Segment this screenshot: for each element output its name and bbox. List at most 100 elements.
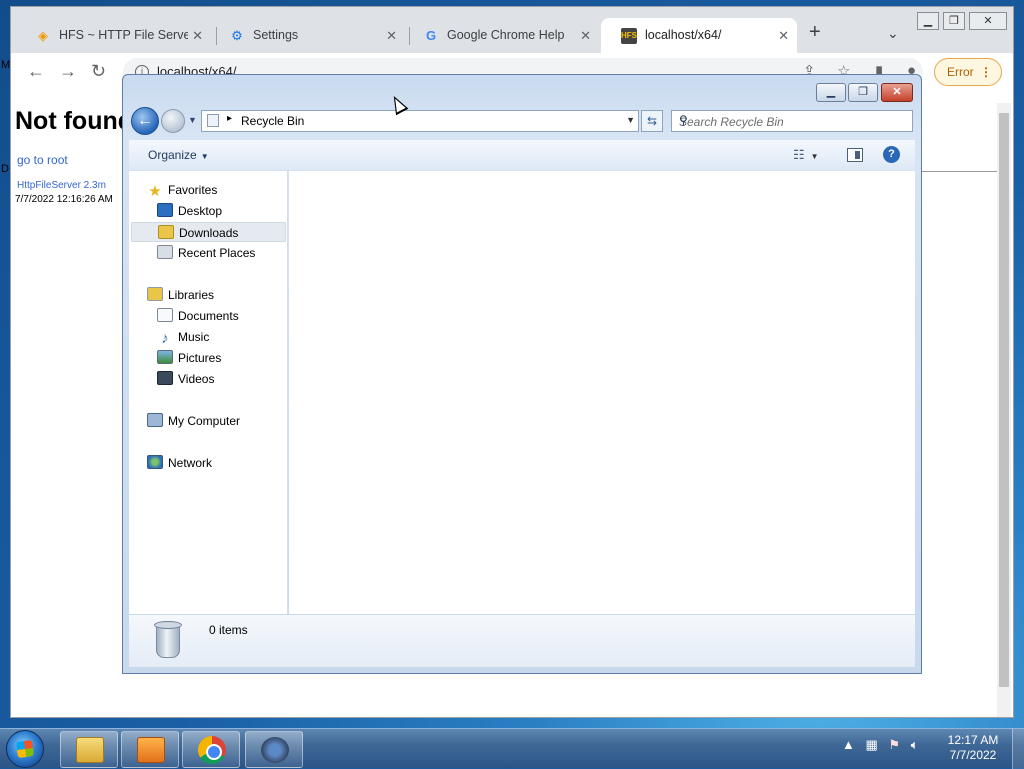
google-g-icon: G — [425, 28, 437, 43]
nav-label: Recent Places — [178, 246, 256, 260]
explorer-maximize-button[interactable]: ❐ — [848, 83, 878, 102]
breadcrumb-arrow-icon[interactable]: ▸ — [227, 113, 232, 124]
nav-label: My Computer — [168, 414, 241, 428]
explorer-minimize-button[interactable]: ▁ — [816, 83, 846, 102]
page-scrollbar[interactable] — [997, 103, 1011, 717]
page-heading: Not found — [15, 107, 134, 135]
taskbar-media-player-button[interactable] — [121, 731, 179, 768]
chrome-icon — [198, 736, 226, 764]
taskbar-chrome-button[interactable] — [182, 731, 240, 768]
nav-documents[interactable]: Documents — [157, 306, 239, 326]
gear-icon: ⚙ — [231, 28, 243, 43]
nav-music[interactable]: ♪ Music — [157, 327, 209, 347]
help-icon[interactable]: ? — [883, 146, 900, 163]
volume-icon[interactable]: 🔈︎ — [911, 737, 919, 752]
taskbar-hfs-button[interactable] — [245, 731, 303, 768]
tab-settings[interactable]: ⚙ Settings ✕ — [209, 18, 405, 53]
clock[interactable]: 12:17 AM 7/7/2022 — [940, 733, 1006, 763]
explorer-address-bar[interactable]: ▸ Recycle Bin ▼ — [201, 110, 639, 132]
address-dropdown-icon[interactable]: ▼ — [626, 115, 635, 125]
tab-close-icon[interactable]: ✕ — [778, 18, 789, 53]
nav-libraries[interactable]: Libraries — [147, 285, 214, 305]
tab-title: Settings — [253, 28, 299, 42]
nav-label: Videos — [178, 372, 215, 386]
tab-hfs[interactable]: ◈ HFS ~ HTTP File Server ✕ — [15, 18, 211, 53]
reload-icon[interactable]: ↻ — [91, 61, 106, 82]
hfs-favicon: HFS — [621, 28, 637, 44]
nav-desktop[interactable]: Desktop — [157, 201, 222, 221]
nav-pictures[interactable]: Pictures — [157, 348, 221, 368]
start-button[interactable] — [6, 730, 44, 768]
pictures-icon — [157, 350, 173, 364]
new-tab-plus-icon[interactable]: + — [809, 21, 821, 44]
explorer-close-button[interactable]: ✕ — [881, 83, 913, 102]
nav-favorites[interactable]: ★ Favorites — [147, 180, 217, 200]
preview-pane-icon[interactable] — [847, 148, 863, 162]
server-version-link[interactable]: HttpFileServer 2.3m — [17, 180, 106, 191]
explorer-back-button[interactable]: ← — [131, 107, 159, 135]
tab-chrome-help[interactable]: G Google Chrome Help ✕ — [403, 18, 599, 53]
command-bar: Organize ▼ ☷ ▼ ? — [129, 140, 915, 170]
taskbar-explorer-button[interactable] — [60, 731, 118, 768]
error-button[interactable]: Error ⋮ — [934, 58, 1002, 86]
location-icon — [207, 114, 219, 127]
search-input[interactable]: Search Recycle Bin ⚲ — [671, 110, 913, 132]
windows-logo-icon — [15, 739, 35, 759]
show-hidden-icons-icon[interactable]: ▲ — [842, 737, 855, 752]
nav-my-computer[interactable]: My Computer — [147, 411, 240, 431]
explorer-forward-button[interactable] — [161, 109, 185, 133]
tab-title: HFS ~ HTTP File Server — [59, 28, 195, 42]
nav-downloads[interactable]: Downloads — [131, 222, 286, 242]
search-icon[interactable]: ⚲ — [679, 113, 908, 127]
item-count: 0 items — [209, 623, 248, 637]
chrome-restore-button[interactable]: ❐ — [943, 12, 965, 30]
nav-network[interactable]: Network — [147, 453, 212, 473]
nav-label: Downloads — [179, 226, 239, 240]
nav-label: Favorites — [168, 183, 218, 197]
folder-icon — [76, 737, 104, 763]
scrollbar-thumb[interactable] — [999, 113, 1009, 687]
clock-time: 12:17 AM — [947, 733, 999, 747]
nav-videos[interactable]: Videos — [157, 369, 214, 389]
tab-title: Google Chrome Help — [447, 28, 565, 42]
history-dropdown-icon[interactable]: ▼ — [188, 115, 197, 125]
back-arrow-icon[interactable]: ← — [27, 61, 45, 82]
network-tray-icon[interactable]: ▦ — [866, 737, 878, 752]
recycle-bin-window: ▁ ❐ ✕ ← ▼ ▸ Recycle Bin ▼ ⇆ Search Recyc… — [122, 74, 922, 674]
desktop-icon — [157, 203, 173, 217]
show-desktop-button[interactable] — [1012, 729, 1024, 769]
go-to-root-link[interactable]: go to root — [17, 153, 68, 167]
documents-icon — [157, 308, 173, 322]
breadcrumb-location[interactable]: Recycle Bin — [241, 114, 304, 128]
recycle-bin-icon — [151, 619, 185, 661]
network-icon — [147, 455, 163, 469]
kebab-menu-icon[interactable]: ⋮ — [980, 59, 992, 85]
tab-search-chevron-icon[interactable]: ⌄ — [887, 25, 899, 42]
recent-places-icon — [157, 245, 173, 259]
film-strip-icon — [157, 371, 173, 385]
tab-close-icon[interactable]: ✕ — [580, 18, 591, 53]
nav-label: Desktop — [178, 204, 223, 218]
tab-title: localhost/x64/ — [645, 28, 722, 42]
nav-label: Network — [168, 456, 213, 470]
views-button[interactable]: ☷ ▼ — [793, 147, 819, 163]
organize-label: Organize — [148, 148, 197, 162]
chevron-down-icon: ▼ — [200, 152, 209, 161]
tab-close-icon[interactable]: ✕ — [188, 18, 203, 53]
tab-localhost[interactable]: HFS localhost/x64/ ✕ — [601, 18, 797, 53]
chrome-close-button[interactable]: ✕ — [969, 12, 1007, 30]
forward-arrow-icon[interactable]: → — [59, 61, 77, 82]
tab-close-icon[interactable]: ✕ — [386, 18, 397, 53]
hfs-server-icon — [261, 737, 289, 763]
background-text: D — [1, 163, 9, 175]
organize-button[interactable]: Organize ▼ — [148, 148, 209, 162]
refresh-button[interactable]: ⇆ — [641, 110, 663, 132]
file-list-area[interactable] — [289, 171, 915, 614]
libraries-icon — [147, 287, 163, 301]
action-center-flag-icon[interactable]: ⚑ — [888, 737, 900, 752]
navigation-pane: ★ Favorites Desktop Downloads Recent Plac… — [129, 171, 288, 614]
divider — [921, 171, 997, 172]
chrome-minimize-button[interactable]: ▁ — [917, 12, 939, 30]
nav-recent-places[interactable]: Recent Places — [157, 243, 255, 263]
nav-label: Pictures — [178, 351, 222, 365]
